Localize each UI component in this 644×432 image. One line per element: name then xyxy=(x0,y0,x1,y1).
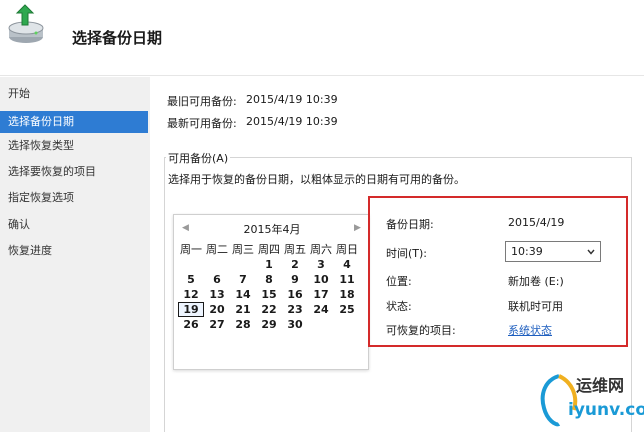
calendar-day[interactable]: 17 xyxy=(308,287,334,302)
calendar-day[interactable]: 7 xyxy=(230,272,256,287)
calendar-day[interactable]: 23 xyxy=(282,302,308,317)
calendar-day[interactable]: 3 xyxy=(308,257,334,272)
watermark-text-url: iyunv.com xyxy=(568,400,644,420)
calendar-day[interactable]: 21 xyxy=(230,302,256,317)
calendar-day[interactable]: 8 xyxy=(256,272,282,287)
calendar-day[interactable]: 12 xyxy=(178,287,204,302)
calendar-day[interactable]: 26 xyxy=(178,317,204,332)
calendar-day[interactable]: 28 xyxy=(230,317,256,332)
calendar-day[interactable]: 14 xyxy=(230,287,256,302)
calendar-next-icon[interactable]: ▶ xyxy=(354,223,361,233)
calendar-day[interactable]: 22 xyxy=(256,302,282,317)
calendar-day[interactable]: 9 xyxy=(282,272,308,287)
watermark-text-cn: 运维网 xyxy=(576,376,625,395)
backup-date-label: 备份日期: xyxy=(386,218,434,231)
calendar-day[interactable]: 4 xyxy=(334,257,360,272)
calendar-day[interactable]: 13 xyxy=(204,287,230,302)
system-state-link[interactable]: 系统状态 xyxy=(508,322,552,338)
sidebar-item-select-backup-date[interactable]: 选择备份日期 xyxy=(0,111,148,133)
calendar-day[interactable]: 2 xyxy=(282,257,308,272)
latest-backup-value: 2015/4/19 10:39 xyxy=(246,115,338,128)
oldest-backup-value: 2015/4/19 10:39 xyxy=(246,93,338,106)
calendar-day[interactable]: 15 xyxy=(256,287,282,302)
latest-backup-label: 最新可用备份: xyxy=(167,117,237,130)
calendar-day[interactable]: 25 xyxy=(334,302,360,317)
backup-date-value: 2015/4/19 xyxy=(508,216,565,229)
calendar-day[interactable]: 11 xyxy=(334,272,360,287)
weekday-header: 周日 xyxy=(336,243,358,256)
backup-restore-icon xyxy=(8,4,44,43)
weekday-header: 周六 xyxy=(310,243,332,256)
calendar-day[interactable]: 30 xyxy=(282,317,308,332)
sidebar-item-select-items[interactable]: 选择要恢复的项目 xyxy=(0,161,148,183)
calendar-day-selected[interactable]: 19 xyxy=(178,302,204,317)
calendar-day[interactable]: 18 xyxy=(334,287,360,302)
calendar-grid: 周一 周二 周三 周四 周五 周六 周日 1 2 3 4 5 6 7 8 9 1… xyxy=(178,242,368,332)
calendar-day[interactable]: 29 xyxy=(256,317,282,332)
time-select-value: 10:39 xyxy=(511,245,543,258)
calendar-day[interactable]: 6 xyxy=(204,272,230,287)
sidebar-item-confirm[interactable]: 确认 xyxy=(0,214,148,236)
chevron-down-icon xyxy=(587,249,595,255)
sidebar-item-progress[interactable]: 恢复进度 xyxy=(0,240,148,262)
weekday-header: 周五 xyxy=(284,243,306,256)
sidebar-item-recovery-options[interactable]: 指定恢复选项 xyxy=(0,187,148,209)
calendar-day[interactable]: 27 xyxy=(204,317,230,332)
time-label: 时间(T): xyxy=(386,247,428,260)
instruction-text: 选择用于恢复的备份日期，以粗体显示的日期有可用的备份。 xyxy=(168,173,465,186)
calendar-month-title: 2015年4月 xyxy=(243,223,301,236)
location-label: 位置: xyxy=(386,275,412,288)
weekday-header: 周三 xyxy=(232,243,254,256)
sidebar-item-start[interactable]: 开始 xyxy=(0,83,148,105)
wizard-header: 选择备份日期 xyxy=(0,0,644,76)
available-backups-title: 可用备份(A) xyxy=(166,150,231,166)
sidebar-item-select-recovery-type[interactable]: 选择恢复类型 xyxy=(0,135,148,157)
page-title: 选择备份日期 xyxy=(72,29,163,47)
calendar-day[interactable]: 5 xyxy=(178,272,204,287)
calendar-day[interactable]: 20 xyxy=(204,302,230,317)
oldest-backup-label: 最旧可用备份: xyxy=(167,95,237,108)
backup-calendar[interactable]: ◀ 2015年4月 ▶ 周一 周二 周三 周四 周五 周六 周日 1 2 3 4… xyxy=(173,214,369,370)
weekday-header: 周二 xyxy=(206,243,228,256)
calendar-day[interactable]: 16 xyxy=(282,287,308,302)
wizard-sidebar: 开始 选择备份日期 选择恢复类型 选择要恢复的项目 指定恢复选项 确认 恢复进度 xyxy=(0,77,150,432)
weekday-header: 周四 xyxy=(258,243,280,256)
location-value: 新加卷 (E:) xyxy=(508,275,564,288)
status-value: 联机时可用 xyxy=(508,300,563,313)
site-watermark: 运维网 iyunv.com xyxy=(532,366,644,432)
status-label: 状态: xyxy=(386,300,412,313)
calendar-day[interactable]: 1 xyxy=(256,257,282,272)
recoverable-items-label: 可恢复的项目: xyxy=(386,324,456,337)
backup-details-highlight: 备份日期: 2015/4/19 时间(T): 10:39 位置: 新加卷 (E:… xyxy=(368,196,628,347)
calendar-day[interactable]: 10 xyxy=(308,272,334,287)
time-select[interactable]: 10:39 xyxy=(505,241,601,262)
calendar-day[interactable]: 24 xyxy=(308,302,334,317)
weekday-header: 周一 xyxy=(180,243,202,256)
